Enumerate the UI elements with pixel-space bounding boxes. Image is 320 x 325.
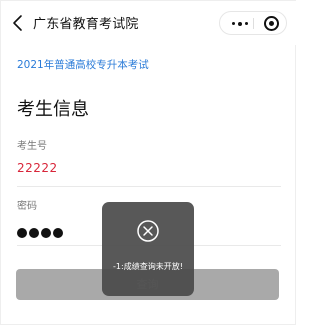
password-input[interactable] — [17, 223, 65, 238]
password-dot — [17, 228, 27, 238]
candidate-info-heading: 考生信息 — [17, 99, 89, 120]
toast-message: -1:成绩查询未开放! — [113, 262, 183, 271]
exam-query-page: 广东省教育考试院 2021年普通高校专升本考试 考生信息 考生号 22222 密… — [0, 0, 297, 325]
password-label: 密码 — [17, 201, 37, 212]
error-close-circle-icon — [137, 220, 159, 242]
close-mini-program-icon[interactable] — [264, 16, 279, 31]
password-dot — [53, 228, 63, 238]
password-dot — [41, 228, 51, 238]
more-options-icon[interactable] — [230, 21, 250, 26]
candidate-id-label: 考生号 — [17, 141, 47, 152]
error-toast: -1:成绩查询未开放! — [102, 202, 194, 296]
top-navigation-bar: 广东省教育考试院 — [1, 1, 297, 45]
page-title: 广东省教育考试院 — [33, 17, 139, 32]
exam-name-link[interactable]: 2021年普通高校专升本考试 — [17, 57, 149, 72]
password-dot — [29, 228, 39, 238]
mini-program-capsule — [219, 11, 287, 35]
candidate-id-input[interactable]: 22222 — [17, 161, 58, 175]
back-arrow-icon[interactable] — [11, 12, 25, 34]
capsule-divider — [253, 18, 254, 29]
field-divider — [17, 186, 281, 187]
